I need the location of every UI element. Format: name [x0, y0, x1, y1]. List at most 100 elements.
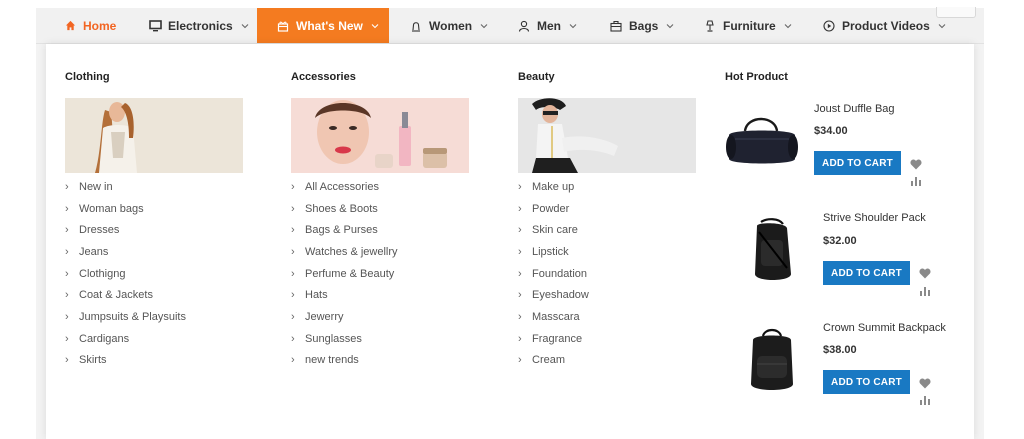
menu-link[interactable]: › Jewerry — [291, 306, 398, 328]
nav-item-electronics[interactable]: Electronics — [148, 8, 249, 43]
chevron-right-icon: › — [65, 224, 69, 237]
product-price: $34.00 — [814, 125, 848, 137]
menu-link[interactable]: › Masscara — [518, 306, 589, 328]
chevron-right-icon: › — [291, 245, 295, 258]
chevron-right-icon: › — [291, 267, 295, 280]
menu-link[interactable]: › New in — [65, 176, 186, 198]
product-image-duffle-bag[interactable] — [723, 107, 801, 177]
add-to-cart-button[interactable]: ADD TO CART — [814, 151, 901, 175]
accessories-link-list: › All Accessories › Shoes & Boots › Bags & … — [291, 176, 398, 371]
product-name[interactable]: Strive Shoulder Pack — [823, 212, 926, 224]
nav-item-men[interactable]: Men — [517, 8, 577, 43]
chevron-right-icon: › — [65, 202, 69, 215]
menu-link[interactable]: › Jeans — [65, 241, 186, 263]
product-name[interactable]: Joust Duffle Bag — [814, 103, 895, 115]
menu-link[interactable]: › Shoes & Boots — [291, 198, 398, 220]
menu-link[interactable]: › new trends — [291, 350, 398, 372]
briefcase-icon — [609, 19, 623, 33]
menu-link[interactable]: › Bags & Purses — [291, 219, 398, 241]
nav-item-furniture[interactable]: Furniture — [703, 8, 792, 43]
home-icon — [63, 19, 77, 33]
menu-link[interactable]: › Perfume & Beauty — [291, 263, 398, 285]
menu-link[interactable]: › Dresses — [65, 219, 186, 241]
female-icon — [409, 19, 423, 33]
menu-link[interactable]: › Clothigng — [65, 263, 186, 285]
chevron-right-icon: › — [291, 180, 295, 193]
compare-icon[interactable] — [919, 283, 931, 296]
menu-link[interactable]: › Powder — [518, 198, 589, 220]
chevron-down-icon — [480, 22, 488, 30]
nav-label-women: Women — [429, 18, 473, 33]
menu-link[interactable]: › Skin care — [518, 219, 589, 241]
chevron-right-icon: › — [65, 289, 69, 302]
column-title-beauty: Beauty — [518, 71, 555, 83]
menu-link[interactable]: › Lipstick — [518, 241, 589, 263]
menu-link[interactable]: › Eyeshadow — [518, 284, 589, 306]
chevron-right-icon: › — [65, 180, 69, 193]
menu-link[interactable]: › Coat & Jackets — [65, 284, 186, 306]
chevron-right-icon: › — [291, 310, 295, 323]
beauty-banner-image[interactable] — [518, 98, 696, 173]
user-icon — [517, 19, 531, 33]
chevron-down-icon — [784, 22, 792, 30]
chevron-right-icon: › — [65, 354, 69, 367]
nav-item-product-videos[interactable]: Product Videos — [822, 8, 946, 43]
menu-link[interactable]: › Watches & jewellry — [291, 241, 398, 263]
main-navigation: Home Electronics What's New Women Men Ba — [36, 8, 984, 44]
chevron-down-icon — [371, 22, 379, 30]
menu-link[interactable]: › Fragrance — [518, 328, 589, 350]
menu-link[interactable]: › All Accessories — [291, 176, 398, 198]
search-toggle[interactable] — [936, 7, 976, 18]
chevron-right-icon: › — [518, 332, 522, 345]
clothing-banner-image[interactable] — [65, 98, 243, 173]
product-image-backpack[interactable] — [733, 326, 811, 396]
compare-icon[interactable] — [910, 173, 922, 186]
chevron-right-icon: › — [291, 332, 295, 345]
nav-label-men: Men — [537, 18, 561, 33]
column-title-accessories: Accessories — [291, 71, 356, 83]
gift-icon — [276, 19, 290, 33]
menu-link[interactable]: › Cream — [518, 350, 589, 372]
chevron-right-icon: › — [518, 224, 522, 237]
chevron-down-icon — [938, 22, 946, 30]
clothing-link-list: › New in › Woman bags › Dresses › Jeans › Clo… — [65, 176, 186, 371]
chevron-right-icon: › — [518, 267, 522, 280]
product-name[interactable]: Crown Summit Backpack — [823, 322, 946, 334]
nav-item-whats-new[interactable]: What's New — [257, 8, 389, 43]
heart-icon[interactable] — [919, 376, 931, 389]
chevron-right-icon: › — [291, 202, 295, 215]
menu-link[interactable]: › Make up — [518, 176, 589, 198]
heart-icon[interactable] — [910, 157, 922, 170]
chevron-right-icon: › — [65, 245, 69, 258]
heart-icon[interactable] — [919, 266, 931, 279]
menu-link[interactable]: › Skirts — [65, 350, 186, 372]
nav-label-product-videos: Product Videos — [842, 18, 930, 33]
add-to-cart-button[interactable]: ADD TO CART — [823, 261, 910, 285]
chevron-down-icon — [241, 22, 249, 30]
add-to-cart-button[interactable]: ADD TO CART — [823, 370, 910, 394]
menu-link[interactable]: › Hats — [291, 284, 398, 306]
chevron-right-icon: › — [65, 267, 69, 280]
product-image-shoulder-pack[interactable] — [733, 216, 811, 286]
accessories-banner-image[interactable] — [291, 98, 469, 173]
nav-label-home: Home — [83, 18, 117, 33]
compare-icon[interactable] — [919, 392, 931, 405]
chevron-right-icon: › — [291, 354, 295, 367]
chevron-right-icon: › — [65, 332, 69, 345]
chevron-down-icon — [569, 22, 577, 30]
nav-item-home[interactable]: Home — [63, 8, 116, 43]
chevron-right-icon: › — [518, 310, 522, 323]
column-title-hot-product: Hot Product — [725, 71, 788, 83]
nav-item-women[interactable]: Women — [409, 8, 488, 43]
product-price: $38.00 — [823, 344, 857, 356]
chevron-right-icon: › — [65, 310, 69, 323]
chevron-down-icon — [666, 22, 674, 30]
menu-link[interactable]: › Jumpsuits & Playsuits — [65, 306, 186, 328]
lamp-icon — [703, 19, 717, 33]
menu-link[interactable]: › Cardigans — [65, 328, 186, 350]
chevron-right-icon: › — [518, 202, 522, 215]
menu-link[interactable]: › Foundation — [518, 263, 589, 285]
menu-link[interactable]: › Woman bags — [65, 198, 186, 220]
menu-link[interactable]: › Sunglasses — [291, 328, 398, 350]
nav-item-bags[interactable]: Bags — [609, 8, 674, 43]
